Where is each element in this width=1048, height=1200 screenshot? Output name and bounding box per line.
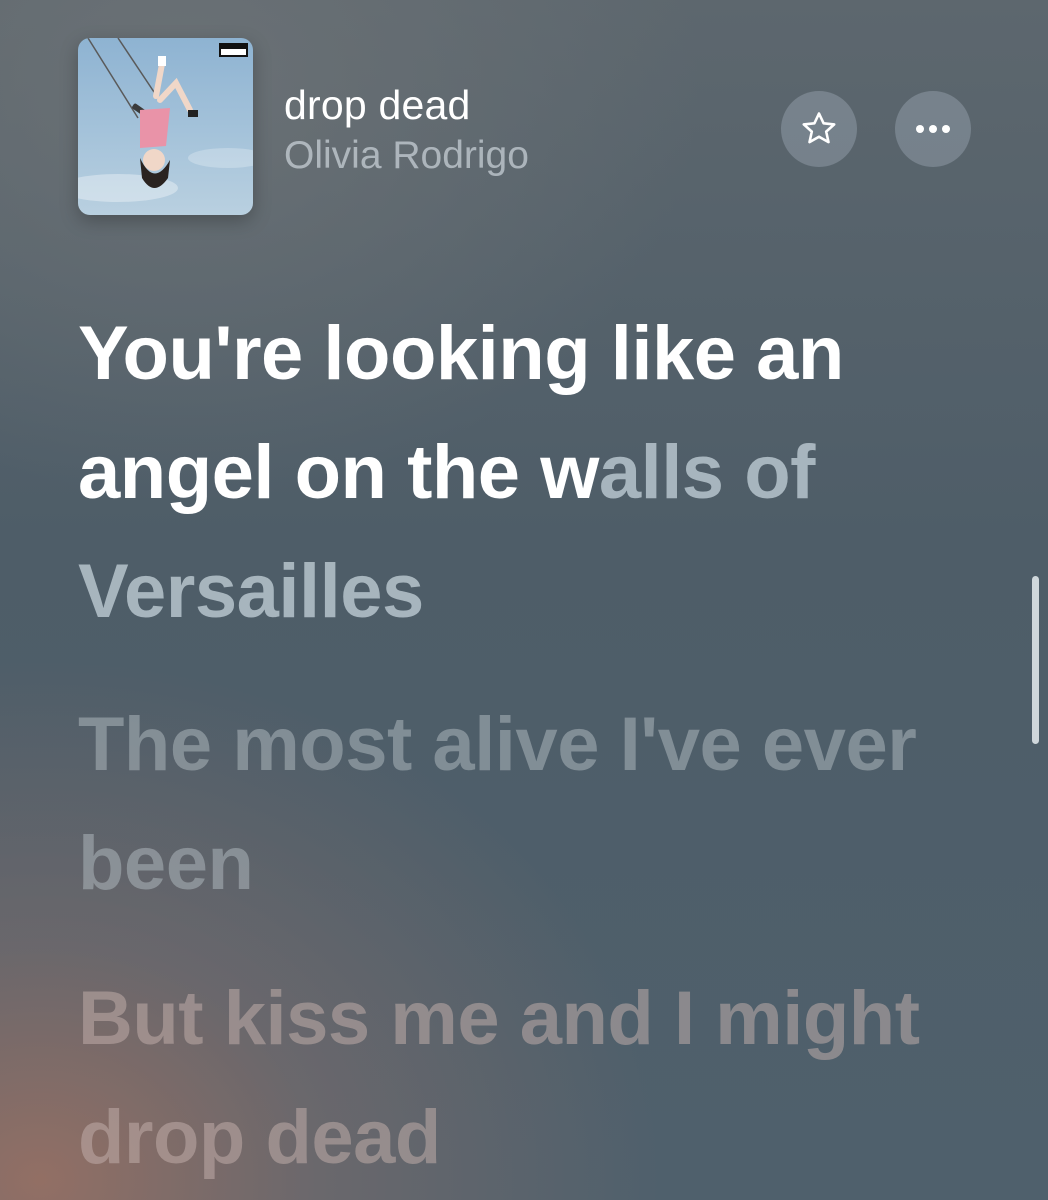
album-artwork[interactable] <box>78 38 253 215</box>
lyrics-view: You're looking like an angel on the wall… <box>78 294 998 1197</box>
artist-name[interactable]: Olivia Rodrigo <box>284 134 529 178</box>
lyrics-scrollbar[interactable] <box>1032 576 1039 744</box>
album-artwork-image <box>78 38 253 202</box>
lyric-line-current[interactable]: You're looking like an angel on the wall… <box>78 294 998 651</box>
lyric-line-upcoming[interactable]: But kiss me and I might drop dead <box>78 959 998 1197</box>
now-playing-header: drop dead Olivia Rodrigo <box>78 38 978 216</box>
ellipsis-icon <box>916 125 950 133</box>
more-options-button[interactable] <box>895 91 971 167</box>
song-title[interactable]: drop dead <box>284 82 470 129</box>
lyric-line-next[interactable]: The most alive I've ever been <box>78 685 998 923</box>
favorite-button[interactable] <box>781 91 857 167</box>
star-outline-icon <box>802 112 836 144</box>
